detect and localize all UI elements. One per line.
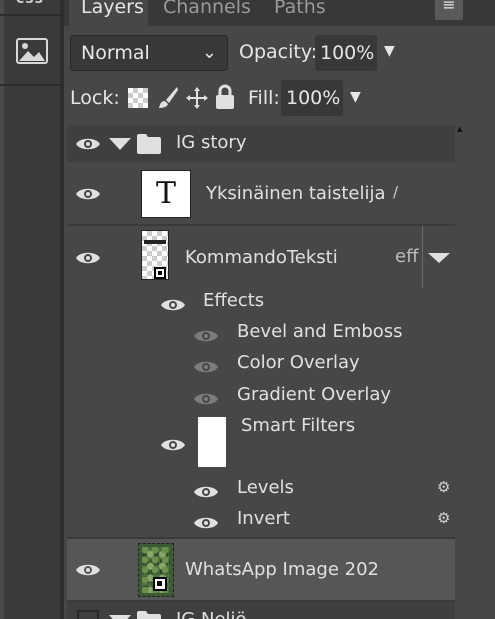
caret-down-icon[interactable] bbox=[109, 138, 131, 150]
blend-mode-select[interactable]: Normal ⌄ bbox=[70, 35, 228, 71]
eye-icon[interactable] bbox=[75, 135, 101, 153]
folder-icon bbox=[137, 134, 161, 154]
layer-name: Yksinäinen taistelija bbox=[206, 183, 386, 204]
lock-brush-icon[interactable] bbox=[157, 86, 179, 110]
eye-icon[interactable] bbox=[160, 436, 186, 454]
eye-icon[interactable] bbox=[193, 483, 219, 501]
effects-fx-label[interactable]: eff bbox=[395, 246, 418, 267]
eye-icon[interactable] bbox=[193, 327, 219, 345]
left-sidebar: css bbox=[0, 0, 64, 619]
smart-filters-label: Smart Filters bbox=[241, 415, 356, 436]
lock-transparency-icon[interactable] bbox=[128, 88, 148, 108]
layer-group-ig-nelio[interactable]: IG Neliö bbox=[67, 602, 455, 619]
smart-filter-item[interactable]: Invert bbox=[237, 508, 290, 529]
smart-object-icon bbox=[154, 267, 166, 279]
effects-caret-down-icon[interactable] bbox=[428, 253, 450, 263]
image-layer-thumbnail bbox=[138, 543, 174, 597]
layer-name: KommandoTeksti bbox=[185, 247, 338, 268]
eye-icon[interactable] bbox=[193, 358, 219, 376]
lock-move-icon[interactable] bbox=[185, 86, 209, 110]
effect-item[interactable]: Color Overlay bbox=[237, 352, 360, 373]
layer-name: IG Neliö bbox=[176, 609, 247, 619]
panel-tabbar: Layers Channels Paths ≡ bbox=[64, 0, 495, 26]
css-icon[interactable]: css bbox=[16, 0, 44, 7]
blend-opacity-row: Normal ⌄ Opacity: 100% ▼ bbox=[64, 33, 495, 71]
eye-icon[interactable] bbox=[75, 249, 101, 267]
eye-icon[interactable] bbox=[193, 514, 219, 532]
layer-whatsapp-image[interactable]: WhatsApp Image 202 bbox=[67, 539, 455, 601]
eye-icon[interactable] bbox=[160, 296, 186, 314]
layer-name: WhatsApp Image 202 bbox=[185, 559, 380, 580]
lock-label: Lock: bbox=[70, 87, 120, 109]
panel-menu-button[interactable]: ≡ bbox=[435, 0, 463, 20]
text-layer-thumbnail: T bbox=[141, 170, 191, 218]
chevron-down-icon: ⌄ bbox=[201, 42, 217, 63]
opacity-label: Opacity: bbox=[239, 41, 318, 63]
smart-object-icon bbox=[153, 577, 167, 591]
eye-icon[interactable] bbox=[75, 185, 101, 203]
folder-icon bbox=[137, 611, 161, 619]
gear-icon[interactable]: ⚙ bbox=[437, 509, 450, 527]
layer-kommandoteksti[interactable]: KommandoTeksti eff Effects Bevel and Emb… bbox=[67, 226, 455, 538]
eye-icon[interactable] bbox=[193, 390, 219, 408]
eye-icon[interactable] bbox=[75, 561, 101, 579]
layers-panel: Layers Channels Paths ≡ Normal ⌄ Opacity… bbox=[64, 0, 495, 619]
image-icon[interactable] bbox=[16, 38, 48, 68]
effect-item[interactable]: Gradient Overlay bbox=[237, 384, 391, 405]
smart-filter-item[interactable]: Levels bbox=[237, 477, 294, 498]
lock-fill-row: Lock: Fill: 100% ▼ bbox=[64, 78, 495, 118]
text-layer-mark: / bbox=[393, 183, 399, 201]
tab-channels[interactable]: Channels bbox=[163, 0, 251, 26]
blend-mode-value: Normal bbox=[81, 42, 150, 64]
tab-layers[interactable]: Layers bbox=[69, 0, 148, 26]
lock-all-icon[interactable] bbox=[215, 84, 235, 110]
layer-text-yksinainen[interactable]: T Yksinäinen taistelija / bbox=[67, 162, 455, 225]
visibility-off-box[interactable] bbox=[77, 610, 99, 619]
layer-list-scrollbar[interactable]: ▲ bbox=[455, 125, 467, 619]
fill-input[interactable]: 100% bbox=[281, 80, 343, 116]
smart-object-thumbnail bbox=[141, 230, 169, 280]
layer-list: IG story T Yksinäinen taistelija / Komma… bbox=[67, 125, 455, 619]
fill-dropdown-icon[interactable]: ▼ bbox=[350, 89, 361, 105]
scroll-up-icon[interactable]: ▲ bbox=[457, 125, 462, 133]
tab-paths[interactable]: Paths bbox=[274, 0, 326, 26]
smart-filter-mask-thumbnail bbox=[198, 417, 226, 467]
effect-item[interactable]: Bevel and Emboss bbox=[237, 321, 403, 342]
layer-group-ig-story[interactable]: IG story bbox=[67, 125, 455, 162]
gear-icon[interactable]: ⚙ bbox=[437, 478, 450, 496]
effects-label: Effects bbox=[203, 290, 265, 311]
fill-label: Fill: bbox=[248, 87, 280, 109]
caret-down-icon[interactable] bbox=[109, 615, 131, 619]
photopea-layers-window: css Layers Channels Paths ≡ Normal ⌄ Opa… bbox=[0, 0, 495, 619]
opacity-dropdown-icon[interactable]: ▼ bbox=[384, 43, 395, 59]
layer-name: IG story bbox=[176, 132, 247, 153]
opacity-input[interactable]: 100% bbox=[315, 35, 377, 71]
